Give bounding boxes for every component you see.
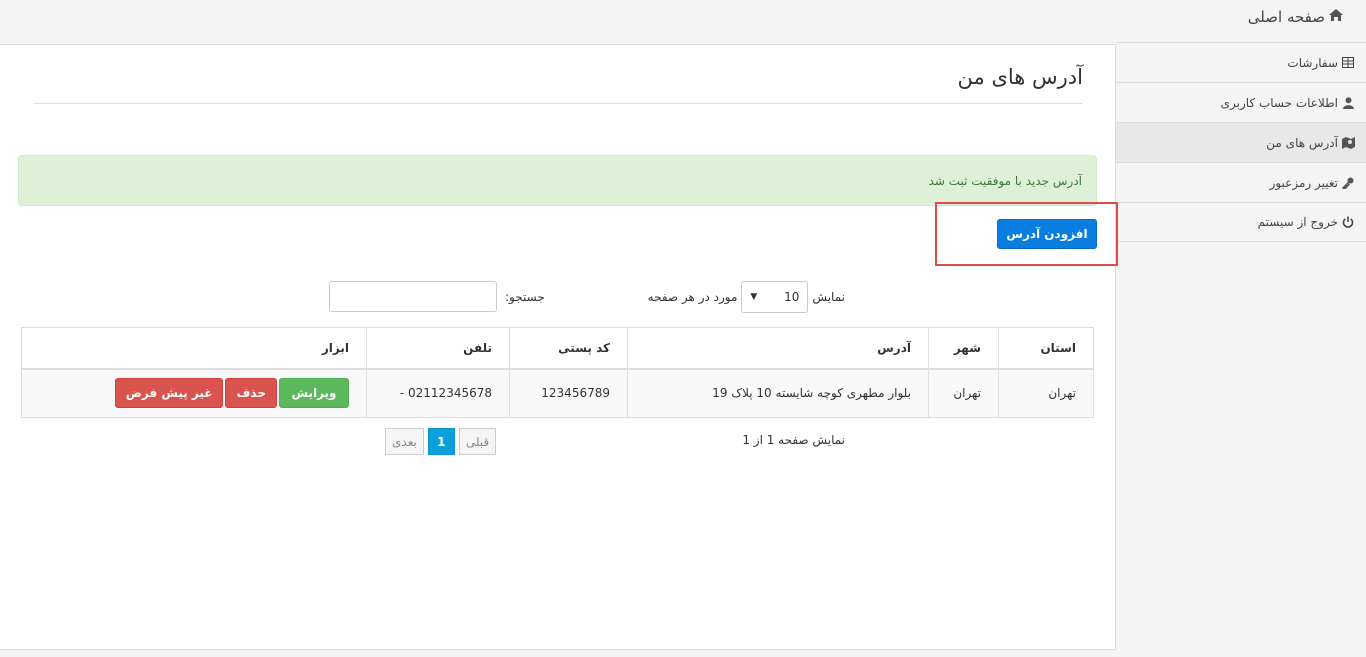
cell-actions: ویرایش حذف غیر پیش فرض: [21, 368, 367, 418]
search-input[interactable]: [329, 281, 497, 312]
table-row: تهران تهران بلوار مطهری کوچه شایسته 10 پ…: [21, 368, 1094, 418]
cell-city: تهران: [928, 368, 999, 418]
home-label: صفحه اصلی: [1247, 8, 1325, 26]
page-length-value: 10: [784, 290, 800, 304]
alert-text: آدرس جدید با موفقیت ثبت شد: [928, 173, 1082, 188]
column-header-province[interactable]: استان: [998, 327, 1094, 370]
cell-address: بلوار مطهری کوچه شایسته 10 پلاک 19: [627, 368, 929, 418]
main-panel: آدرس های من آدرس جدید با موفقیت ثبت شد ا…: [0, 44, 1118, 650]
page-length-control: نمایش 10 ▼ مورد در هر صفحه: [648, 281, 845, 313]
sidebar-nav: سفارشات اطلاعات حساب کاربری آدرس های من …: [1116, 42, 1366, 242]
pagination-prev[interactable]: قبلی: [458, 428, 497, 455]
column-header-phone[interactable]: تلفن: [366, 327, 510, 370]
sidebar-item-orders[interactable]: سفارشات: [1116, 42, 1366, 82]
sidebar: صفحه اصلی سفارشات اطلاعات حساب کاربری آد…: [1116, 0, 1366, 657]
sidebar-item-addresses[interactable]: آدرس های من: [1116, 122, 1366, 162]
add-address-button[interactable]: افزودن آدرس: [997, 219, 1097, 249]
search-label: جستجو:: [505, 289, 545, 304]
cell-postal: 123456789: [509, 368, 628, 418]
power-icon: [1341, 215, 1355, 229]
unset-default-button[interactable]: غیر پیش فرض: [114, 378, 224, 409]
pagination-page-1[interactable]: 1: [427, 428, 455, 455]
table-info: نمایش صفحه 1 از 1: [742, 433, 845, 447]
pagination: قبلی 1 بعدی: [385, 428, 497, 455]
table-header-row: استان شهر آدرس کد پستی تلفن ابزار: [21, 327, 1094, 370]
length-prefix: نمایش: [812, 290, 845, 304]
sidebar-item-logout[interactable]: خروج از سیستم: [1116, 202, 1366, 242]
sidebar-item-label: خروج از سیستم: [1257, 215, 1338, 229]
title-divider: [33, 103, 1082, 104]
column-header-city[interactable]: شهر: [928, 327, 999, 370]
success-alert: آدرس جدید با موفقیت ثبت شد: [18, 155, 1097, 206]
home-icon: [1328, 8, 1344, 26]
pagination-next[interactable]: بعدی: [385, 428, 424, 455]
delete-button[interactable]: حذف: [225, 378, 277, 409]
cell-province: تهران: [998, 368, 1094, 418]
column-header-postal[interactable]: کد پستی: [509, 327, 628, 370]
sidebar-item-account[interactable]: اطلاعات حساب کاربری: [1116, 82, 1366, 122]
length-suffix: مورد در هر صفحه: [647, 290, 738, 304]
sidebar-item-password[interactable]: تغییر رمزعبور: [1116, 162, 1366, 202]
sidebar-item-label: تغییر رمزعبور: [1269, 175, 1338, 190]
page-length-select[interactable]: 10 ▼: [741, 281, 809, 313]
table-icon: [1341, 56, 1355, 70]
user-icon: [1341, 96, 1355, 110]
cell-phone: 02112345678 -: [366, 368, 510, 418]
sidebar-item-label: اطلاعات حساب کاربری: [1220, 95, 1338, 110]
addresses-table: استان شهر آدرس کد پستی تلفن ابزار تهران …: [21, 327, 1094, 418]
sidebar-item-label: سفارشات: [1287, 55, 1338, 70]
chevron-down-icon: ▼: [750, 292, 758, 302]
column-header-address[interactable]: آدرس: [627, 327, 929, 370]
edit-button[interactable]: ویرایش: [279, 378, 349, 409]
column-header-tools[interactable]: ابزار: [21, 327, 367, 370]
page-title: آدرس های من: [957, 65, 1083, 89]
home-link[interactable]: صفحه اصلی: [1248, 8, 1344, 26]
key-icon: [1341, 176, 1355, 190]
map-icon: [1341, 136, 1355, 150]
sidebar-item-label: آدرس های من: [1266, 135, 1338, 150]
search-control: جستجو:: [329, 281, 545, 312]
